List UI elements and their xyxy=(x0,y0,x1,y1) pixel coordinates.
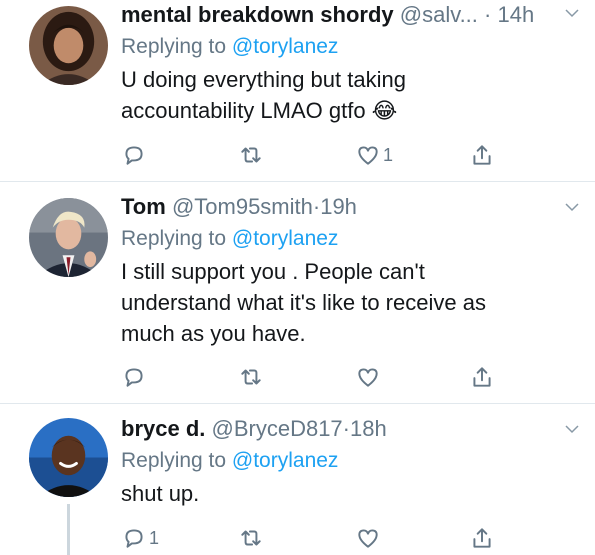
tweet-actions: 1 xyxy=(121,523,595,553)
reply-button[interactable] xyxy=(121,362,149,392)
replying-to: Replying to @torylanez xyxy=(121,446,575,476)
tweet-text-line: shut up. xyxy=(121,481,200,506)
tweet-text-line: accountability LMAO gtfo 😂 xyxy=(121,98,398,123)
timestamp[interactable]: 19h xyxy=(320,194,357,219)
avatar[interactable] xyxy=(29,418,108,497)
tweet-text-line: I still support you . People can't xyxy=(121,259,425,284)
separator-dot: · xyxy=(342,416,350,441)
avatar[interactable] xyxy=(29,6,108,85)
like-icon xyxy=(358,146,378,165)
retweet-icon xyxy=(241,369,261,385)
tweet-text-line: much as you have. xyxy=(121,321,306,346)
replying-to-label: Replying to xyxy=(121,449,232,472)
share-icon xyxy=(473,145,491,165)
tweet-text-line: U doing everything but taking xyxy=(121,67,406,92)
tweet-text: I still support you . People can't under… xyxy=(121,256,575,349)
tweet[interactable]: mental breakdown shordy @salv... · 14h R… xyxy=(0,0,595,180)
chevron-down-icon[interactable] xyxy=(563,420,581,438)
tweet-text: U doing everything but taking accountabi… xyxy=(121,64,575,126)
timestamp[interactable]: 14h xyxy=(498,2,535,27)
tweet-text-line: understand what it's like to receive as xyxy=(121,290,486,315)
tweet-actions xyxy=(121,362,595,392)
share-icon xyxy=(473,367,491,387)
tweet-header: bryce d. @BryceD817·18h xyxy=(121,414,575,444)
user-handle[interactable]: @BryceD817 xyxy=(212,416,343,441)
thread-line xyxy=(67,504,70,555)
share-button[interactable] xyxy=(469,362,495,392)
retweet-icon xyxy=(241,147,261,163)
display-name[interactable]: Tom xyxy=(121,194,166,219)
user-handle[interactable]: @salv... xyxy=(400,2,478,27)
replying-to: Replying to @torylanez xyxy=(121,224,575,254)
reply-button[interactable] xyxy=(121,140,149,170)
reply-count: 1 xyxy=(149,527,160,548)
like-button[interactable] xyxy=(355,523,383,553)
retweet-button[interactable] xyxy=(238,362,266,392)
avatar[interactable] xyxy=(29,198,108,277)
mention-link[interactable]: @torylanez xyxy=(232,227,339,250)
timestamp[interactable]: 18h xyxy=(350,416,387,441)
mention-link[interactable]: @torylanez xyxy=(232,449,339,472)
like-count: 1 xyxy=(383,144,394,165)
share-icon xyxy=(473,528,491,548)
tweet-text: shut up. xyxy=(121,478,575,509)
like-icon xyxy=(358,368,378,387)
display-name[interactable]: mental breakdown shordy xyxy=(121,2,394,27)
tweet[interactable]: bryce d. @BryceD817·18h Replying to @tor… xyxy=(0,404,595,555)
reply-icon xyxy=(125,529,143,548)
user-handle[interactable]: @Tom95smith xyxy=(172,194,313,219)
reply-icon xyxy=(125,146,143,165)
reply-button[interactable]: 1 xyxy=(121,523,159,553)
display-name[interactable]: bryce d. xyxy=(121,416,205,441)
avatar-image xyxy=(29,418,108,497)
like-button[interactable]: 1 xyxy=(355,140,393,170)
tweet-header: Tom @Tom95smith·19h xyxy=(121,192,575,222)
tweet-actions: 1 xyxy=(121,140,595,170)
retweet-button[interactable] xyxy=(238,523,266,553)
reply-icon xyxy=(125,368,143,387)
separator-dot: · xyxy=(484,2,492,27)
retweet-icon xyxy=(241,530,261,546)
like-button[interactable] xyxy=(355,362,383,392)
retweet-button[interactable] xyxy=(238,140,266,170)
like-icon xyxy=(358,529,378,548)
avatar-image xyxy=(29,198,108,277)
mention-link[interactable]: @torylanez xyxy=(232,35,339,58)
avatar-image xyxy=(29,6,108,85)
share-button[interactable] xyxy=(469,523,495,553)
replying-to-label: Replying to xyxy=(121,35,232,58)
chevron-down-icon[interactable] xyxy=(563,4,581,22)
chevron-down-icon[interactable] xyxy=(563,198,581,216)
replying-to: Replying to @torylanez xyxy=(121,32,575,62)
tweet-header: mental breakdown shordy @salv... · 14h xyxy=(121,0,575,30)
tweet-feed: mental breakdown shordy @salv... · 14h R… xyxy=(0,0,595,555)
share-button[interactable] xyxy=(469,140,495,170)
replying-to-label: Replying to xyxy=(121,227,232,250)
tweet[interactable]: Tom @Tom95smith·19h Replying to @torylan… xyxy=(0,182,595,402)
